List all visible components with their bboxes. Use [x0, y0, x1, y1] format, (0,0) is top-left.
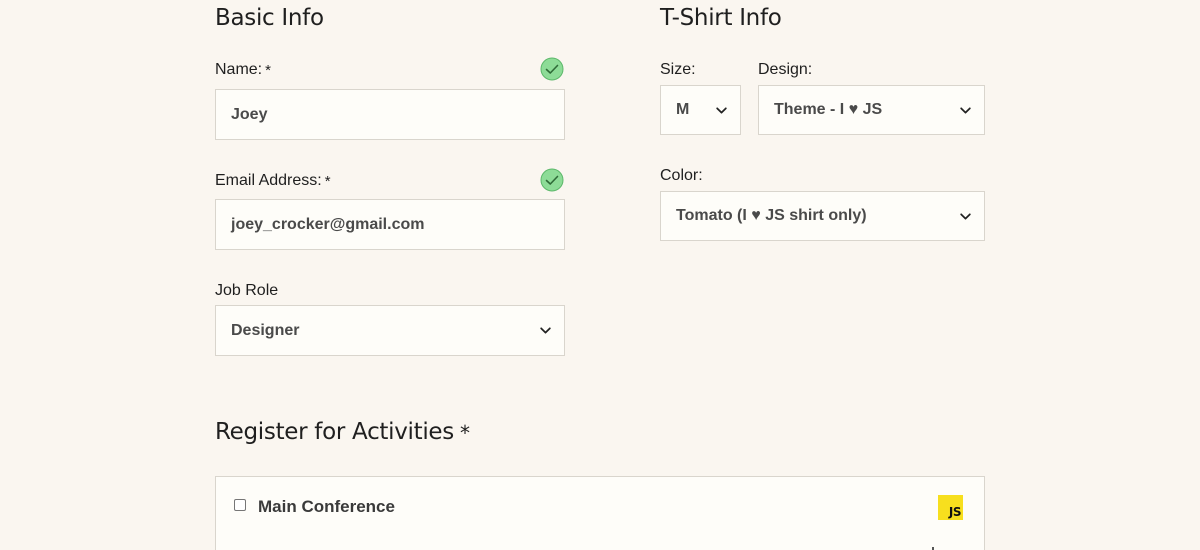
chevron-down-icon	[540, 327, 551, 334]
js-logo-text: JS	[948, 505, 962, 519]
design-label: Design:	[758, 61, 813, 78]
required-asterisk: *	[459, 421, 470, 445]
size-label: Size:	[660, 61, 696, 78]
design-selected: Theme - I ♥ JS	[774, 101, 883, 118]
main-conference-checkbox[interactable]	[234, 499, 246, 511]
name-input-value: Joey	[231, 105, 268, 123]
color-selected: Tomato (I ♥ JS shirt only)	[676, 207, 867, 224]
required-asterisk: *	[324, 173, 331, 190]
chevron-down-icon	[960, 212, 971, 220]
email-label-text: Email Address:	[215, 172, 322, 189]
job-role-select[interactable]: Designer	[215, 305, 565, 356]
basic-info-heading: Basic Info	[215, 5, 324, 31]
name-label: Name: *	[215, 61, 271, 79]
js-logo-icon: JS	[938, 495, 963, 520]
activities-list: Main Conference JS	[215, 476, 985, 550]
email-label: Email Address: *	[215, 172, 331, 190]
activities-heading: Register for Activities *	[215, 419, 470, 445]
email-input-value: joey_crocker@gmail.com	[231, 215, 425, 233]
tshirt-info-heading: T-Shirt Info	[660, 5, 782, 31]
chevron-down-icon	[716, 106, 727, 114]
check-circle-icon	[540, 57, 564, 81]
chevron-down-icon	[960, 106, 971, 114]
name-label-text: Name:	[215, 61, 263, 78]
main-conference-label[interactable]: Main Conference	[258, 497, 395, 517]
color-label: Color:	[660, 167, 703, 184]
registration-form: Basic Info Name: * Joey Email Address: * j…	[0, 0, 1200, 550]
email-input[interactable]: joey_crocker@gmail.com	[215, 199, 565, 250]
size-selected: M	[676, 101, 690, 118]
color-select[interactable]: Tomato (I ♥ JS shirt only)	[660, 191, 985, 241]
check-circle-icon	[540, 168, 564, 192]
size-select[interactable]: M	[660, 85, 741, 135]
required-asterisk: *	[265, 62, 271, 79]
activities-heading-text: Register for Activities	[215, 419, 454, 445]
job-role-label: Job Role	[215, 282, 279, 299]
design-select[interactable]: Theme - I ♥ JS	[758, 85, 985, 135]
name-input[interactable]: Joey	[215, 89, 565, 140]
job-role-selected: Designer	[231, 321, 300, 339]
